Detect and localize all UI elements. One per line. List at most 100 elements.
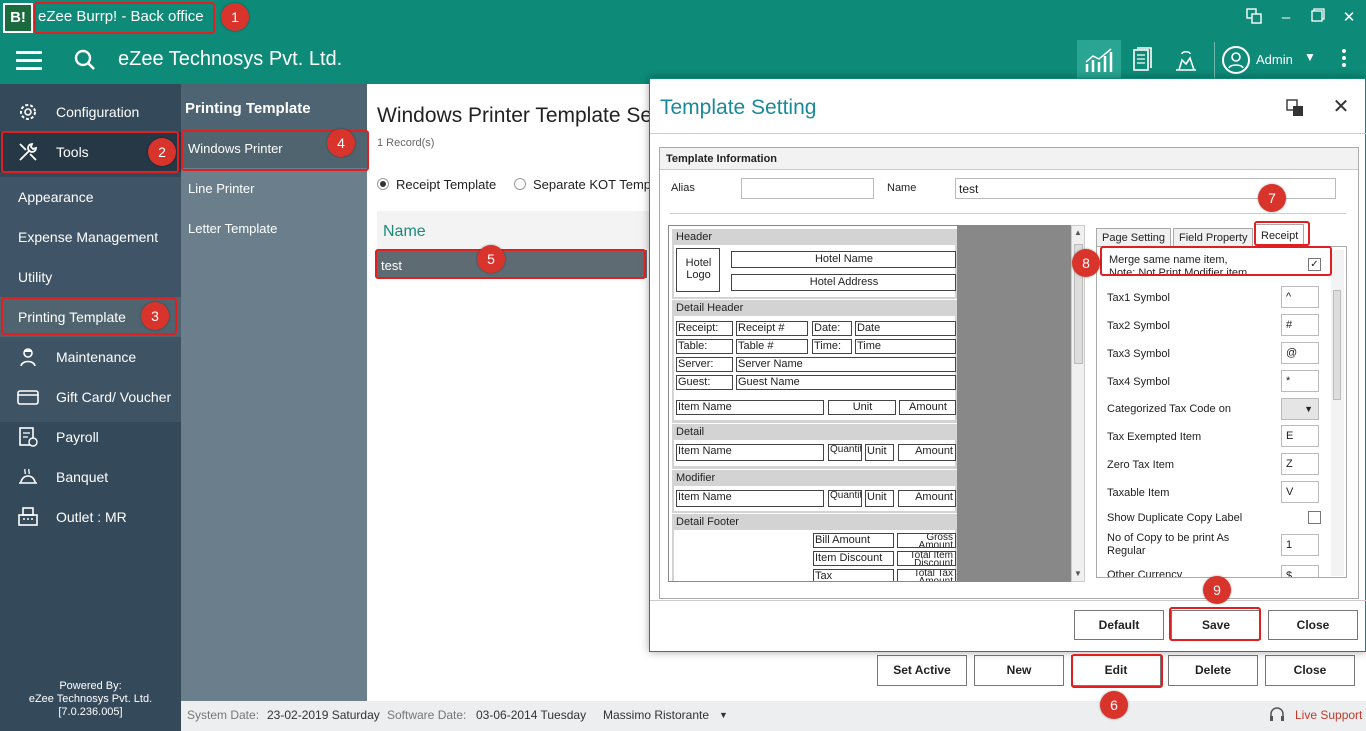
panel-item-label: Line Printer xyxy=(188,181,255,196)
default-button[interactable]: Default xyxy=(1074,610,1164,640)
preview-scrollbar[interactable]: ▲ ▼ xyxy=(1071,225,1085,582)
preview-detail-footer-section[interactable]: Detail Footer Bill Amount Gross Amount I… xyxy=(672,514,957,581)
panel-item-letter-template[interactable]: Letter Template xyxy=(181,208,367,248)
nav-item-maintenance[interactable]: Maintenance xyxy=(0,337,181,377)
scroll-down-icon[interactable]: ▼ xyxy=(1074,569,1082,578)
documents-icon[interactable] xyxy=(1120,40,1164,80)
nav-item-banquet[interactable]: Banquet xyxy=(0,457,181,497)
new-button[interactable]: New xyxy=(974,655,1064,686)
amount-box: Amount xyxy=(899,400,956,415)
topbar-divider xyxy=(1214,42,1215,78)
hotel-address-box: Hotel Address xyxy=(731,274,956,291)
divider xyxy=(670,213,1346,214)
search-icon[interactable] xyxy=(74,49,96,71)
taxable-item-label: Taxable Item xyxy=(1107,487,1170,499)
subnav-item-appearance[interactable]: Appearance xyxy=(0,177,181,217)
panel-item-line-printer[interactable]: Line Printer xyxy=(181,168,367,208)
tax2-symbol-input[interactable]: # xyxy=(1281,314,1319,336)
dialog-close-button[interactable]: Close xyxy=(1268,610,1358,640)
tax-box: Tax xyxy=(813,569,894,581)
preview-header-section[interactable]: Header Hotel Logo Hotel Name Hotel Addre… xyxy=(672,229,957,299)
close-button[interactable]: Close xyxy=(1265,655,1355,686)
nav-label: Gift Card/ Voucher xyxy=(56,389,172,405)
categorized-tax-code-select[interactable]: ▼ xyxy=(1281,398,1319,420)
live-support-link[interactable]: Live Support xyxy=(1295,708,1362,722)
restore-icon[interactable] xyxy=(1308,8,1328,28)
receipt-preview: Header Hotel Logo Hotel Name Hotel Addre… xyxy=(668,225,1072,582)
guest-name-box: Guest Name xyxy=(736,375,956,390)
other-currency-select[interactable]: $ xyxy=(1281,565,1319,577)
properties-scrollbar[interactable] xyxy=(1331,250,1344,576)
annotation-badge: 3 xyxy=(141,302,169,330)
subnav-item-expense-management[interactable]: Expense Management xyxy=(0,217,181,257)
chevron-down-icon: ▼ xyxy=(1304,404,1313,414)
preview-modifier-section[interactable]: Modifier Item Name Quantity Unit Amount xyxy=(672,470,957,513)
translate-icon[interactable] xyxy=(1244,8,1264,28)
subnav-label: Utility xyxy=(18,269,53,285)
property-tabs: Page Setting Field Property Receipt xyxy=(1096,224,1350,247)
page-title: Windows Printer Template Se xyxy=(377,104,653,127)
subnav-item-utility[interactable]: Utility xyxy=(0,257,181,297)
printing-template-panel: Printing Template Windows Printer Line P… xyxy=(181,84,367,701)
nav-item-configuration[interactable]: Configuration xyxy=(0,92,181,132)
more-options-icon[interactable] xyxy=(1336,46,1352,74)
section-title: Template Information xyxy=(660,148,1358,170)
annotation-badge: 1 xyxy=(221,3,249,31)
hamburger-menu-icon[interactable] xyxy=(16,51,42,70)
nav-item-gift-card[interactable]: Gift Card/ Voucher xyxy=(0,377,181,417)
delete-button[interactable]: Delete xyxy=(1168,655,1258,686)
window-close-icon[interactable]: ✕ xyxy=(1339,8,1359,28)
system-date-label: System Date: xyxy=(187,708,260,722)
date-label-box: Date: xyxy=(812,321,852,336)
alias-input[interactable] xyxy=(741,178,874,199)
total-item-discount-box: Total Item Discount xyxy=(897,551,956,566)
copies-label: No of Copy to be print As Regular xyxy=(1107,532,1230,557)
scroll-up-icon[interactable]: ▲ xyxy=(1074,228,1082,237)
scroll-thumb[interactable] xyxy=(1333,290,1341,400)
quantity-box: Quantity xyxy=(828,490,862,507)
tax-exempted-item-input[interactable]: E xyxy=(1281,425,1319,447)
taxable-item-input[interactable]: V xyxy=(1281,481,1319,503)
bill-amount-box: Bill Amount xyxy=(813,533,894,548)
tab-page-setting[interactable]: Page Setting xyxy=(1096,228,1171,247)
highlight-save-button xyxy=(1169,607,1261,641)
tax3-symbol-input[interactable]: @ xyxy=(1281,342,1319,364)
powered-by-company: eZee Technosys Pvt. Ltd. xyxy=(28,693,153,705)
minimize-icon[interactable]: – xyxy=(1276,8,1296,28)
dialog-close-icon[interactable]: ✕ xyxy=(1331,97,1351,117)
banquet-icon xyxy=(16,465,40,489)
zero-tax-item-input[interactable]: Z xyxy=(1281,453,1319,475)
gross-amount-box: Gross Amount xyxy=(897,533,956,548)
chevron-down-icon[interactable]: ▼ xyxy=(1304,50,1316,64)
nav-item-payroll[interactable]: Payroll xyxy=(0,417,181,457)
total-tax-amount-box: Total Tax Amount xyxy=(897,569,956,581)
grid-header-name[interactable]: Name xyxy=(377,211,652,249)
tax1-symbol-input[interactable]: ^ xyxy=(1281,286,1319,308)
software-date-label: Software Date: xyxy=(387,708,467,722)
preview-detail-header-section[interactable]: Detail Header Receipt: Receipt # Date: D… xyxy=(672,300,957,423)
tax4-symbol-input[interactable]: * xyxy=(1281,370,1319,392)
section-title: Detail Header xyxy=(676,302,744,314)
outlet-selector[interactable]: Massimo Ristorante xyxy=(603,708,709,722)
set-active-button[interactable]: Set Active xyxy=(877,655,967,686)
avatar-icon xyxy=(1222,46,1250,74)
company-name: eZee Technosys Pvt. Ltd. xyxy=(118,48,343,70)
section-title: Detail xyxy=(676,426,705,438)
show-duplicate-copy-checkbox[interactable] xyxy=(1308,511,1321,524)
panel-title: Printing Template xyxy=(181,84,367,128)
nav-label: Payroll xyxy=(56,429,99,445)
nav-item-outlet[interactable]: Outlet : MR xyxy=(0,497,181,537)
gift-card-icon xyxy=(16,385,40,409)
chef-icon[interactable] xyxy=(1164,40,1208,80)
nav-label: Banquet xyxy=(56,469,109,485)
annotation-badge: 4 xyxy=(327,129,355,157)
tab-field-property[interactable]: Field Property xyxy=(1173,228,1254,247)
copies-stepper[interactable]: 1 xyxy=(1281,534,1319,556)
reports-chart-icon[interactable] xyxy=(1077,40,1121,80)
app-version: [7.0.236.005] xyxy=(58,706,123,718)
translate-icon[interactable] xyxy=(1286,99,1306,119)
guest-label-box: Guest: xyxy=(676,375,733,390)
section-title: Header xyxy=(676,231,713,243)
preview-detail-section[interactable]: Detail Item Name Quantity Unit Amount xyxy=(672,424,957,469)
chevron-down-icon[interactable]: ▼ xyxy=(719,710,728,720)
